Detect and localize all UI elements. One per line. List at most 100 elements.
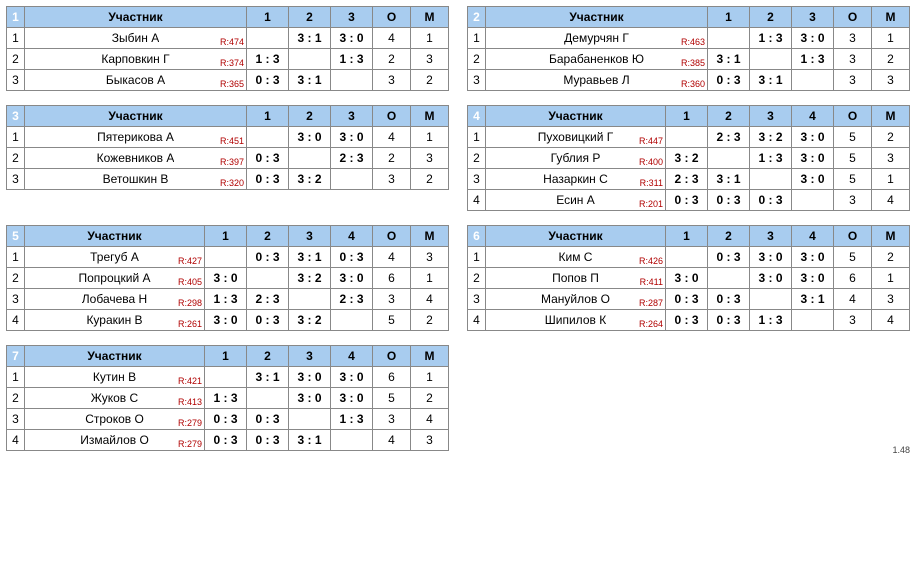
player-name-cell: Карповкин ГR:374	[25, 49, 247, 70]
opponent-col-header: 2	[750, 7, 792, 28]
group-table: 5Участник1234ОМ1Трегуб АR:4270 : 33 : 10…	[6, 225, 449, 331]
score-cell: 3 : 0	[331, 28, 373, 49]
player-index: 1	[7, 28, 25, 49]
place-cell: 3	[872, 70, 910, 91]
group-table: 7Участник1234ОМ1Кутин ВR:4213 : 13 : 03 …	[6, 345, 449, 451]
participant-header: Участник	[486, 7, 708, 28]
self-cell	[331, 70, 373, 91]
player-index: 3	[468, 169, 486, 190]
score-cell: 3 : 0	[331, 127, 373, 148]
group-number-header: 6	[468, 226, 486, 247]
score-cell: 3 : 0	[289, 388, 331, 409]
self-cell	[750, 49, 792, 70]
group-table: 1Участник123ОМ1Зыбин АR:4743 : 13 : 0412…	[6, 6, 449, 91]
player-name-cell: Быкасов АR:365	[25, 70, 247, 91]
points-cell: 3	[834, 310, 872, 331]
player-name-cell: Есин АR:201	[486, 190, 666, 211]
points-cell: 4	[834, 289, 872, 310]
group-number-header: 5	[7, 226, 25, 247]
score-cell: 2 : 3	[708, 127, 750, 148]
player-name: Быкасов А	[106, 73, 165, 87]
player-name: Измайлов О	[80, 433, 149, 447]
score-cell: 0 : 3	[247, 70, 289, 91]
points-cell: 4	[373, 127, 411, 148]
points-header: О	[373, 346, 411, 367]
opponent-col-header: 1	[708, 7, 750, 28]
table-row: 2Гублия РR:4003 : 21 : 33 : 053	[468, 148, 910, 169]
score-cell: 0 : 3	[247, 409, 289, 430]
self-cell	[792, 70, 834, 91]
opponent-col-header: 2	[289, 7, 331, 28]
place-cell: 2	[872, 127, 910, 148]
score-cell: 1 : 3	[750, 310, 792, 331]
score-cell: 3 : 1	[750, 70, 792, 91]
player-index: 2	[468, 148, 486, 169]
player-name-cell: Жуков СR:413	[25, 388, 205, 409]
score-cell: 3 : 2	[666, 148, 708, 169]
player-name-cell: Муравьев ЛR:360	[486, 70, 708, 91]
place-cell: 3	[872, 289, 910, 310]
table-row: 2Попов ПR:4113 : 03 : 03 : 061	[468, 268, 910, 289]
place-cell: 2	[872, 247, 910, 268]
place-header: М	[872, 106, 910, 127]
place-cell: 1	[411, 367, 449, 388]
points-header: О	[834, 7, 872, 28]
score-cell: 3 : 0	[331, 367, 373, 388]
opponent-col-header: 2	[708, 226, 750, 247]
player-name: Пуховицкий Г	[538, 130, 614, 144]
groups-grid: 1Участник123ОМ1Зыбин АR:4743 : 13 : 0412…	[6, 6, 910, 451]
opponent-col-header: 1	[205, 346, 247, 367]
place-cell: 1	[872, 268, 910, 289]
self-cell	[289, 148, 331, 169]
opponent-col-header: 4	[331, 226, 373, 247]
player-name: Попов П	[552, 271, 599, 285]
place-header: М	[411, 346, 449, 367]
player-name: Назаркин С	[543, 172, 608, 186]
score-cell: 3 : 1	[289, 430, 331, 451]
player-index: 2	[468, 268, 486, 289]
player-rating: R:287	[639, 298, 663, 308]
participant-header: Участник	[486, 106, 666, 127]
player-name: Кутин В	[93, 370, 136, 384]
table-row: 1Трегуб АR:4270 : 33 : 10 : 343	[7, 247, 449, 268]
player-name: Пятерикова А	[97, 130, 174, 144]
score-cell: 0 : 3	[331, 247, 373, 268]
self-cell	[708, 268, 750, 289]
player-name-cell: Шипилов КR:264	[486, 310, 666, 331]
player-name-cell: Гублия РR:400	[486, 148, 666, 169]
place-cell: 1	[411, 127, 449, 148]
group-table-wrapper: 5Участник1234ОМ1Трегуб АR:4270 : 33 : 10…	[6, 225, 449, 331]
player-index: 4	[7, 310, 25, 331]
player-name-cell: Назаркин СR:311	[486, 169, 666, 190]
score-cell: 0 : 3	[247, 430, 289, 451]
score-cell: 2 : 3	[331, 148, 373, 169]
place-cell: 2	[411, 388, 449, 409]
score-cell: 1 : 3	[331, 49, 373, 70]
place-cell: 2	[411, 169, 449, 190]
score-cell: 1 : 3	[750, 148, 792, 169]
player-index: 1	[7, 367, 25, 388]
table-row: 1Пуховицкий ГR:4472 : 33 : 23 : 052	[468, 127, 910, 148]
group-number-header: 2	[468, 7, 486, 28]
points-header: О	[834, 106, 872, 127]
score-cell: 3 : 1	[708, 169, 750, 190]
place-header: М	[411, 7, 449, 28]
group-table-wrapper: 3Участник123ОМ1Пятерикова АR:4513 : 03 :…	[6, 105, 449, 211]
player-rating: R:279	[178, 439, 202, 449]
player-name-cell: Куракин ВR:261	[25, 310, 205, 331]
table-row: 1Кутин ВR:4213 : 13 : 03 : 061	[7, 367, 449, 388]
self-cell	[331, 430, 373, 451]
score-cell: 0 : 3	[205, 409, 247, 430]
table-row: 1Ким СR:4260 : 33 : 03 : 052	[468, 247, 910, 268]
participant-header: Участник	[25, 106, 247, 127]
player-name: Ким С	[559, 250, 593, 264]
score-cell: 0 : 3	[750, 190, 792, 211]
points-cell: 6	[373, 367, 411, 388]
score-cell: 3 : 1	[289, 247, 331, 268]
place-header: М	[411, 226, 449, 247]
player-rating: R:411	[640, 277, 663, 287]
self-cell	[708, 148, 750, 169]
self-cell	[792, 310, 834, 331]
score-cell: 3 : 0	[750, 268, 792, 289]
group-number-header: 1	[7, 7, 25, 28]
